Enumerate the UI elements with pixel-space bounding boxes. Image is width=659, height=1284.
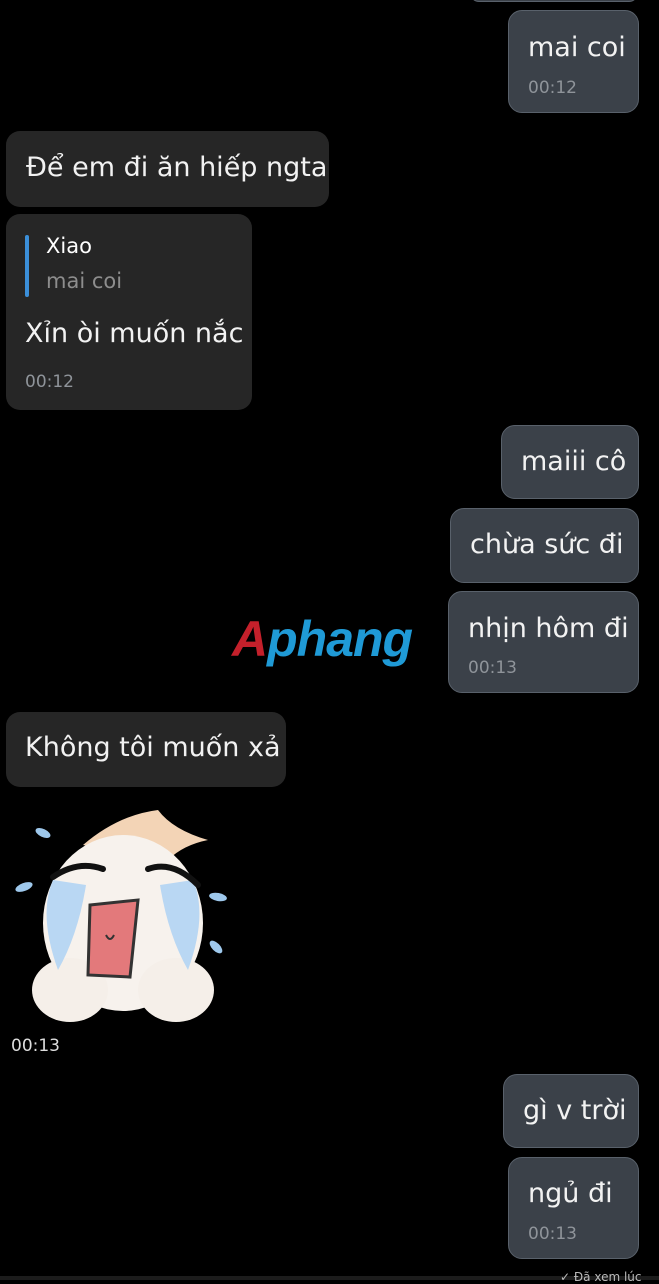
reply-quoted-text: mai coi (46, 269, 123, 293)
incoming-message[interactable]: Không tôi muốn xả (6, 712, 286, 787)
outgoing-message[interactable]: maiii cô (501, 425, 639, 499)
message-time: 00:13 (528, 1224, 577, 1244)
message-text: nhịn hôm đi (468, 613, 629, 644)
sticker-time: 00:13 (11, 1036, 60, 1056)
reply-sender-name: Xiao (46, 234, 92, 258)
message-text: ngủ đi (528, 1178, 613, 1209)
crying-sticker-icon[interactable] (8, 805, 238, 1030)
outgoing-message[interactable]: mai coi 00:12 (508, 10, 639, 113)
message-text: Không tôi muốn xả (25, 732, 281, 763)
incoming-reply-message[interactable]: Xiao mai coi Xỉn òi muốn nắc 00:12 (6, 214, 252, 410)
message-text: gì v trời (523, 1095, 627, 1126)
message-text: Xỉn òi muốn nắc (25, 318, 244, 349)
seen-status: ✓ Đã xem lúc (560, 1270, 642, 1284)
message-text: mai coi (528, 32, 626, 63)
message-text: chừa sức đi (470, 529, 624, 560)
message-time: 00:13 (468, 658, 517, 678)
message-text: maiii cô (521, 446, 627, 477)
reply-quote-bar (25, 235, 29, 297)
outgoing-message[interactable]: nhịn hôm đi 00:13 (448, 591, 639, 693)
partial-message-bubble[interactable] (470, 0, 638, 2)
message-time: 00:12 (25, 372, 74, 392)
message-text: Để em đi ăn hiếp ngta (26, 152, 328, 183)
outgoing-message[interactable]: chừa sức đi (450, 508, 639, 583)
watermark-logo: Aphang (232, 611, 413, 667)
outgoing-message[interactable]: gì v trời (503, 1074, 639, 1148)
message-time: 00:12 (528, 78, 577, 98)
outgoing-message[interactable]: ngủ đi 00:13 (508, 1157, 639, 1259)
incoming-message[interactable]: Để em đi ăn hiếp ngta (6, 131, 329, 207)
